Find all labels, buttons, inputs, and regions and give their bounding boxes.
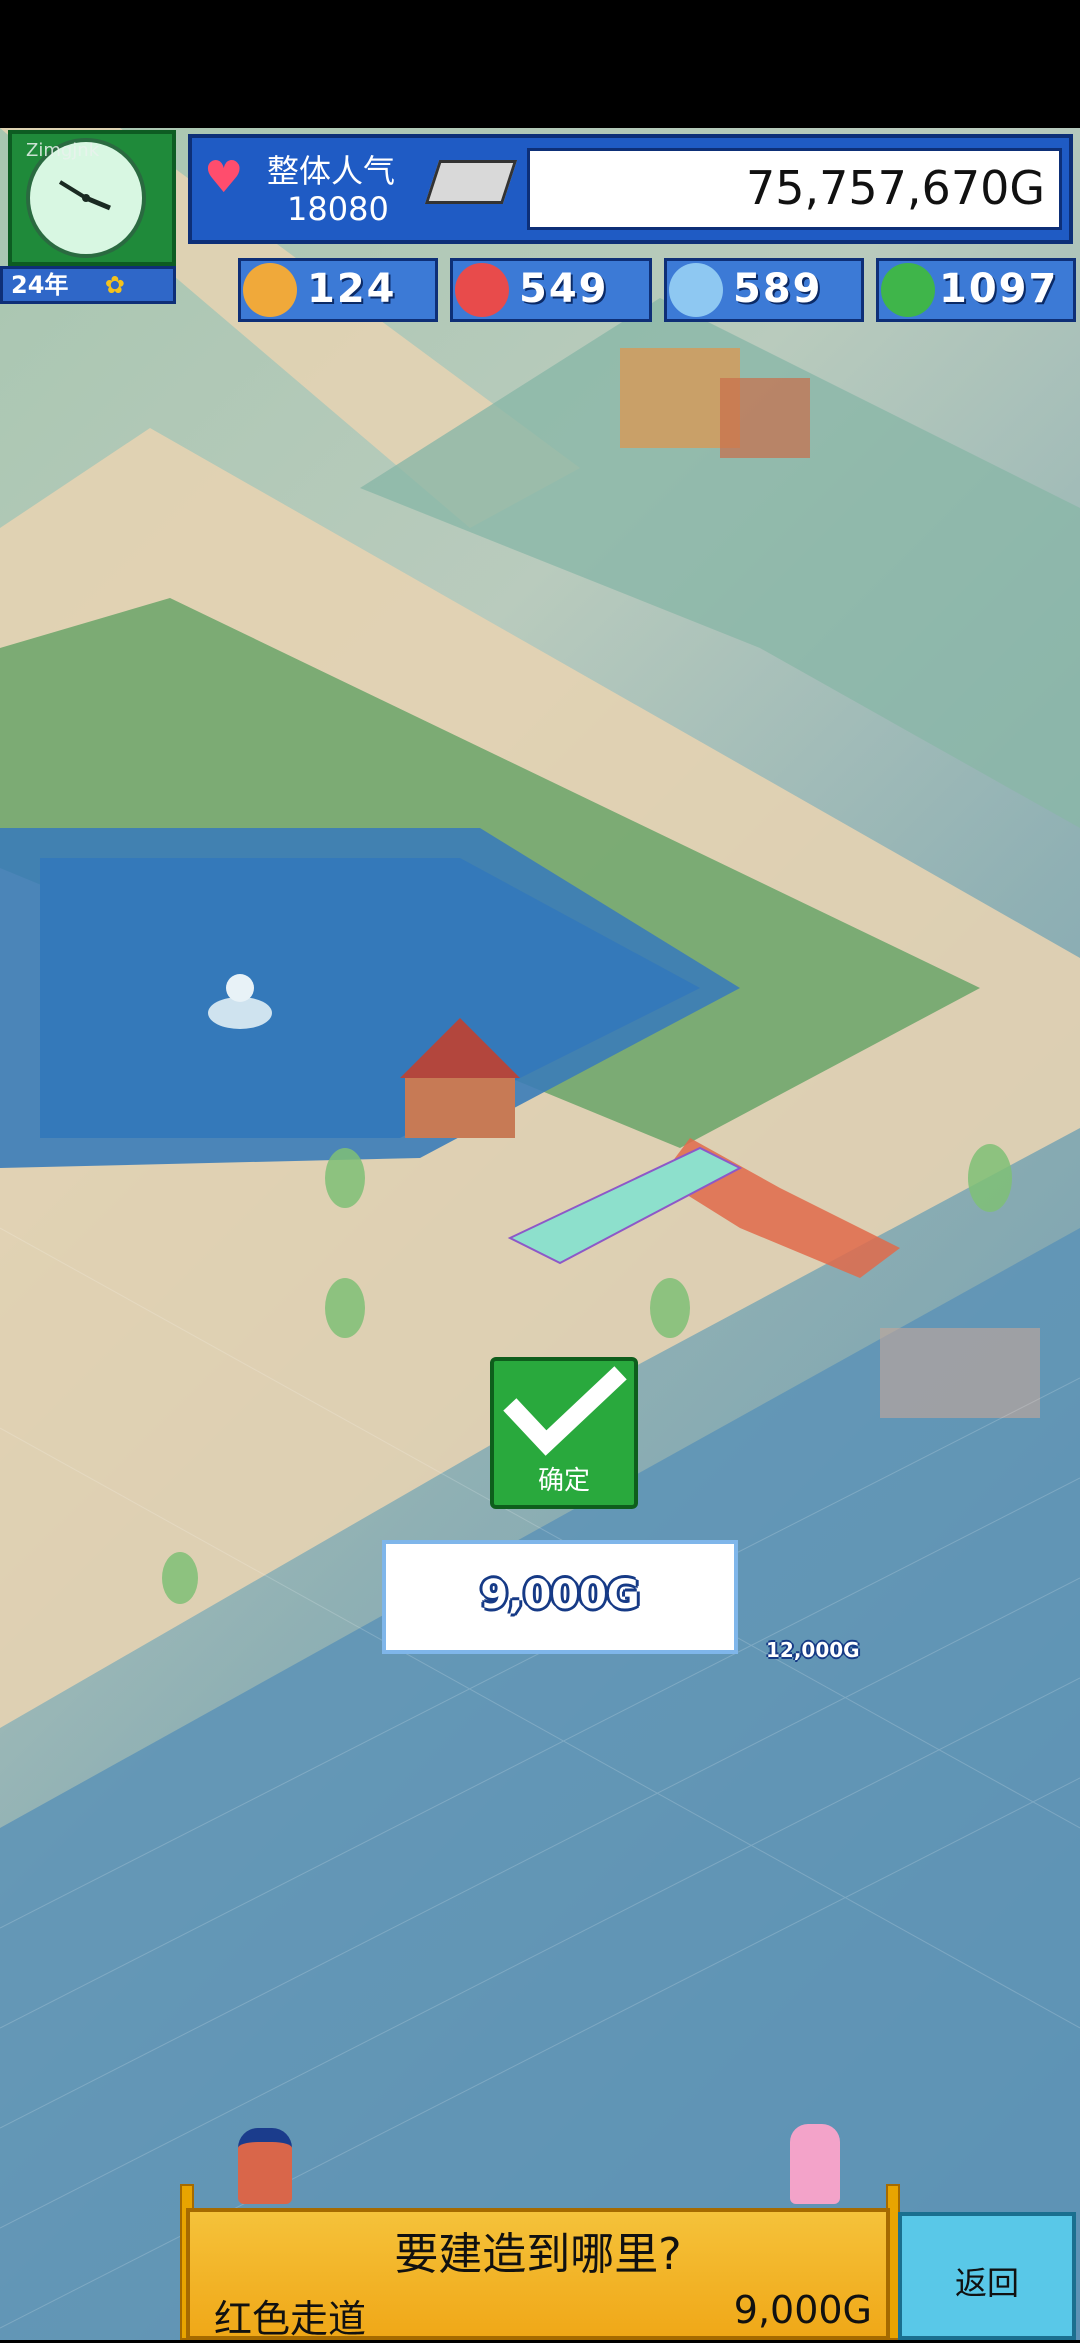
- stat-leaf-value: 1097: [939, 266, 1059, 312]
- sunflower-icon: ✿: [104, 271, 125, 299]
- heart-icon: ♥: [204, 152, 244, 203]
- item-name: 红色走道: [214, 2297, 367, 2341]
- year-text: 24年: [11, 271, 69, 299]
- placement-price: 9,000G: [480, 1572, 640, 1618]
- money-value: 75,757,670G: [745, 161, 1045, 215]
- leaf-icon: [881, 263, 935, 317]
- food-icon: [243, 263, 297, 317]
- staff-character-icon: [238, 2128, 292, 2204]
- map-price-label: 12,000G: [766, 1638, 860, 1662]
- money-box: 75,757,670G: [527, 148, 1062, 230]
- status-bar: [0, 0, 1080, 128]
- clock[interactable]: Zimgjnk: [8, 130, 176, 266]
- build-prompt-panel: 要建造到哪里? 红色走道 9,000G: [186, 2208, 890, 2341]
- stat-water-value: 589: [733, 266, 823, 312]
- stat-food-value: 124: [307, 266, 397, 312]
- water-icon: [669, 263, 723, 317]
- year-display: 24年 ✿: [0, 266, 176, 304]
- confirm-button[interactable]: 确定: [490, 1357, 638, 1509]
- stat-fire-value: 549: [519, 266, 609, 312]
- map-terrain: [0, 128, 1080, 2340]
- popularity-money-panel: ♥ 整体人气 18080 75,757,670G: [188, 134, 1073, 244]
- back-button[interactable]: 返回: [898, 2212, 1076, 2340]
- rabbit-character-icon: [790, 2124, 840, 2204]
- item-cost: 9,000G: [733, 2288, 872, 2332]
- back-label: 返回: [954, 2264, 1019, 2302]
- placement-price-box: 9,000G: [382, 1540, 738, 1654]
- stat-fire: 549: [450, 258, 652, 322]
- stat-water: 589: [664, 258, 864, 322]
- stat-food: 124: [238, 258, 438, 322]
- popularity-label: 整体人气: [267, 152, 396, 190]
- stat-leaf: 1097: [876, 258, 1076, 322]
- fire-icon: [455, 263, 509, 317]
- popularity-value: 18080: [287, 190, 389, 228]
- money-bar-icon: [424, 160, 518, 204]
- game-map[interactable]: 12,000G: [0, 128, 1080, 2340]
- checkmark-icon: [503, 1366, 627, 1456]
- confirm-label: 确定: [537, 1466, 590, 1496]
- clock-tag: Zimgjnk: [26, 140, 100, 161]
- build-question: 要建造到哪里?: [394, 2229, 682, 2280]
